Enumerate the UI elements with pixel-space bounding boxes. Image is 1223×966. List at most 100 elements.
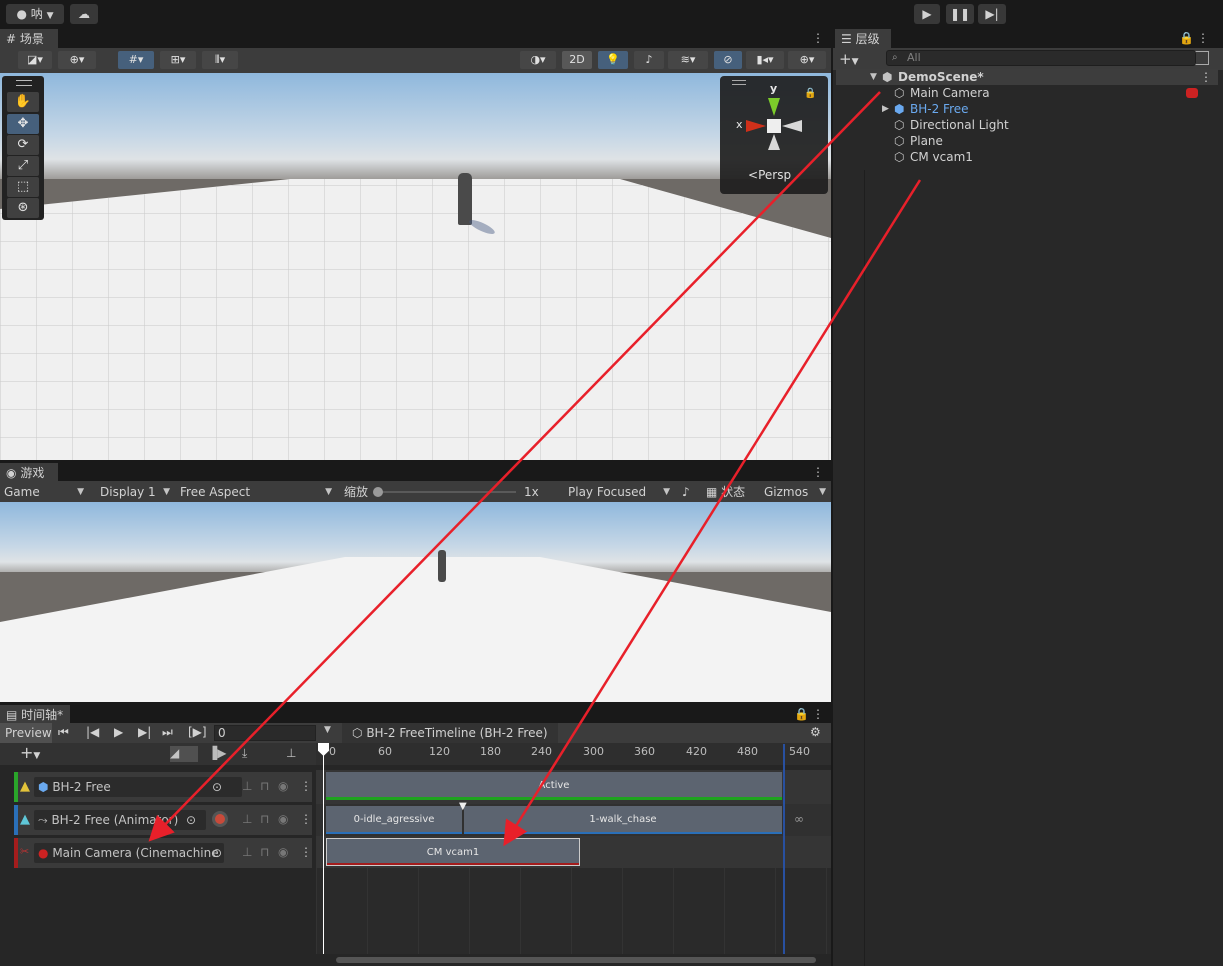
track-binding-field[interactable]: ● Main Camera (Cinemachine [34,843,224,863]
persp-toggle[interactable]: <Persp [748,168,791,182]
lock-icon[interactable]: ⊓ [260,845,269,859]
pin-icon[interactable]: ⊥ [286,746,296,760]
play-mode-dropdown[interactable]: Play Focused ▼ [564,483,674,501]
character-figure[interactable] [458,173,472,225]
expand-arrow-icon[interactable]: ▼ [870,69,877,85]
eye-icon[interactable]: ◉ [278,812,288,826]
track-menu-icon[interactable]: ⋮ [300,779,312,793]
settings-gear-icon[interactable]: ⚙ [810,725,821,739]
cloud-button[interactable]: ☁ [70,4,98,24]
search-input[interactable]: ⌕ All [886,50,1196,66]
track-header-activation[interactable]: ▲ ⬢ BH-2 Free ⊙ ⊥ ⊓ ◉ ⋮ [14,772,312,802]
camera-settings-button[interactable]: ▮◂▾ [746,51,784,69]
hierarchy-menu-icon[interactable]: ⋮ [1197,30,1209,46]
animation-clip[interactable]: 1-walk_chase [464,806,782,834]
gizmos-dropdown[interactable]: Gizmos ▼ [760,483,830,501]
tab-timeline[interactable]: ▤ 时间轴* [0,705,70,724]
cinemachine-shot-clip[interactable]: CM vcam1 [326,838,580,866]
mute-audio-button[interactable]: ♪ [678,483,700,501]
track-binding-field[interactable]: ⤳ BH-2 Free (Animator) [34,810,206,830]
pause-button[interactable]: ❚❚ [946,4,974,24]
active-clip[interactable]: Active [326,772,782,800]
track-menu-icon[interactable]: ⋮ [300,812,312,826]
orientation-gizmo[interactable]: 🔒 y x <Persp [720,76,828,194]
hierarchy-item[interactable]: ⬡ Directional Light [836,117,1218,133]
hierarchy-item[interactable]: ▶ ⬢ BH-2 Free [836,101,1218,117]
lighting-toggle-button[interactable]: 💡 [598,51,628,69]
pin-icon[interactable]: ⊥ [242,812,252,826]
mode-2d-button[interactable]: 2D [562,51,592,69]
clip-edit-mode-button[interactable]: ◢ [170,746,198,762]
rect-tool[interactable]: ⬚ [7,177,39,197]
play-button[interactable]: ▶ [914,4,940,24]
track-header-animation[interactable]: ▲ ⤳ BH-2 Free (Animator) ⊙ ⊥ ⊓ ◉ ⋮ [14,805,312,835]
hidden-objects-button[interactable]: ⊘ [714,51,742,69]
chevron-down-icon[interactable]: ▼ [324,725,331,735]
aspect-dropdown[interactable]: Free Aspect ▼ [176,483,336,501]
effects-button[interactable]: ≋▾ [668,51,708,69]
tab-game[interactable]: ◉ 游戏 [0,463,58,482]
animation-clip[interactable]: 0-idle_agressive [326,806,462,834]
prev-frame-button[interactable]: |◀ [86,725,99,739]
hierarchy-item[interactable]: ⬡ Main Camera [836,85,1218,101]
record-button[interactable] [212,811,228,827]
hierarchy-item[interactable]: ⬡ CM vcam1 [836,149,1218,165]
timeline-menu-icon[interactable]: ⋮ [812,706,824,722]
lock-icon[interactable]: ⊓ [260,779,269,793]
audio-toggle-button[interactable]: ♪ [634,51,664,69]
timeline-asset-breadcrumb[interactable]: ⬡ BH-2 FreeTimeline (BH-2 Free) [342,723,558,743]
hierarchy-item[interactable]: ⬡ Plane [836,133,1218,149]
scene-menu-icon[interactable]: ⋮ [1200,69,1212,85]
transform-tool[interactable]: ⊛ [7,198,39,218]
grid-settings-button[interactable]: ⦀▾ [202,51,238,69]
object-picker-icon[interactable]: ⊙ [212,846,222,860]
expand-arrow-icon[interactable]: ▶ [882,101,889,117]
search-options-icon[interactable] [1195,51,1209,65]
account-dropdown[interactable]: ● 呐 ▼ [6,4,64,24]
tab-scene[interactable]: # 场景 [0,29,58,48]
display-dropdown[interactable]: Display 1 ▼ [96,483,174,501]
snap-increment-button[interactable]: ⊞▾ [160,51,196,69]
track-menu-icon[interactable]: ⋮ [300,845,312,859]
global-toggle-button[interactable]: ⊕▾ [58,51,96,69]
stats-button[interactable]: ▦ 状态 [702,483,758,501]
scene-viewport[interactable] [0,73,831,460]
scale-slider-track[interactable] [376,491,516,493]
next-frame-button[interactable]: ▶| [138,725,151,739]
view-dropdown[interactable]: Game ▼ [0,483,88,501]
goto-start-button[interactable]: ⏮ [58,725,69,740]
rotate-tool[interactable]: ⟳ [7,135,39,155]
object-picker-icon[interactable]: ⊙ [212,780,222,794]
goto-end-button[interactable]: ⏭ [162,725,173,740]
track-binding-field[interactable]: ⬢ BH-2 Free [34,777,242,797]
scene-row[interactable]: ▼ ⬢ DemoScene* ⋮ [836,69,1218,85]
replace-mode-button[interactable]: ⤓ [242,746,268,762]
track-header-cinemachine[interactable]: ✂ ● Main Camera (Cinemachine ⊙ ⊥ ⊓ ◉ ⋮ [14,838,312,868]
grid-snap-button[interactable]: #▾ [118,51,154,69]
game-menu-icon[interactable]: ⋮ [812,464,824,480]
scrollbar-thumb[interactable] [336,957,816,963]
play-range-button[interactable]: [▶] [188,725,207,739]
scene-menu-icon[interactable]: ⋮ [812,30,824,46]
shading-mode-button[interactable]: ◑▾ [520,51,556,69]
step-button[interactable]: ▶| [978,4,1006,24]
lock-icon[interactable]: ⊓ [260,812,269,826]
lock-icon[interactable]: 🔒 [1179,30,1194,46]
palette-grip-icon[interactable] [16,80,32,86]
ripple-mode-button[interactable]: ▐▶ [208,746,234,762]
add-track-button[interactable]: +▼ [20,743,40,762]
scale-tool[interactable]: ⤢ [7,156,39,176]
scale-slider-handle[interactable] [373,487,383,497]
gizmos-toggle-button[interactable]: ⊕▾ [788,51,826,69]
move-tool[interactable]: ✥ [7,114,39,134]
object-picker-icon[interactable]: ⊙ [186,813,196,827]
timeline-play-button[interactable]: ▶ [114,725,123,739]
tab-hierarchy[interactable]: ☰ 层级 [835,29,891,48]
pin-icon[interactable]: ⊥ [242,845,252,859]
frame-input[interactable]: 0 [214,725,316,741]
pin-icon[interactable]: ⊥ [242,779,252,793]
lock-icon[interactable]: 🔒 [794,706,809,722]
add-object-button[interactable]: +▼ [839,50,859,68]
preview-button[interactable]: Preview [0,723,52,743]
game-viewport[interactable] [0,502,831,702]
